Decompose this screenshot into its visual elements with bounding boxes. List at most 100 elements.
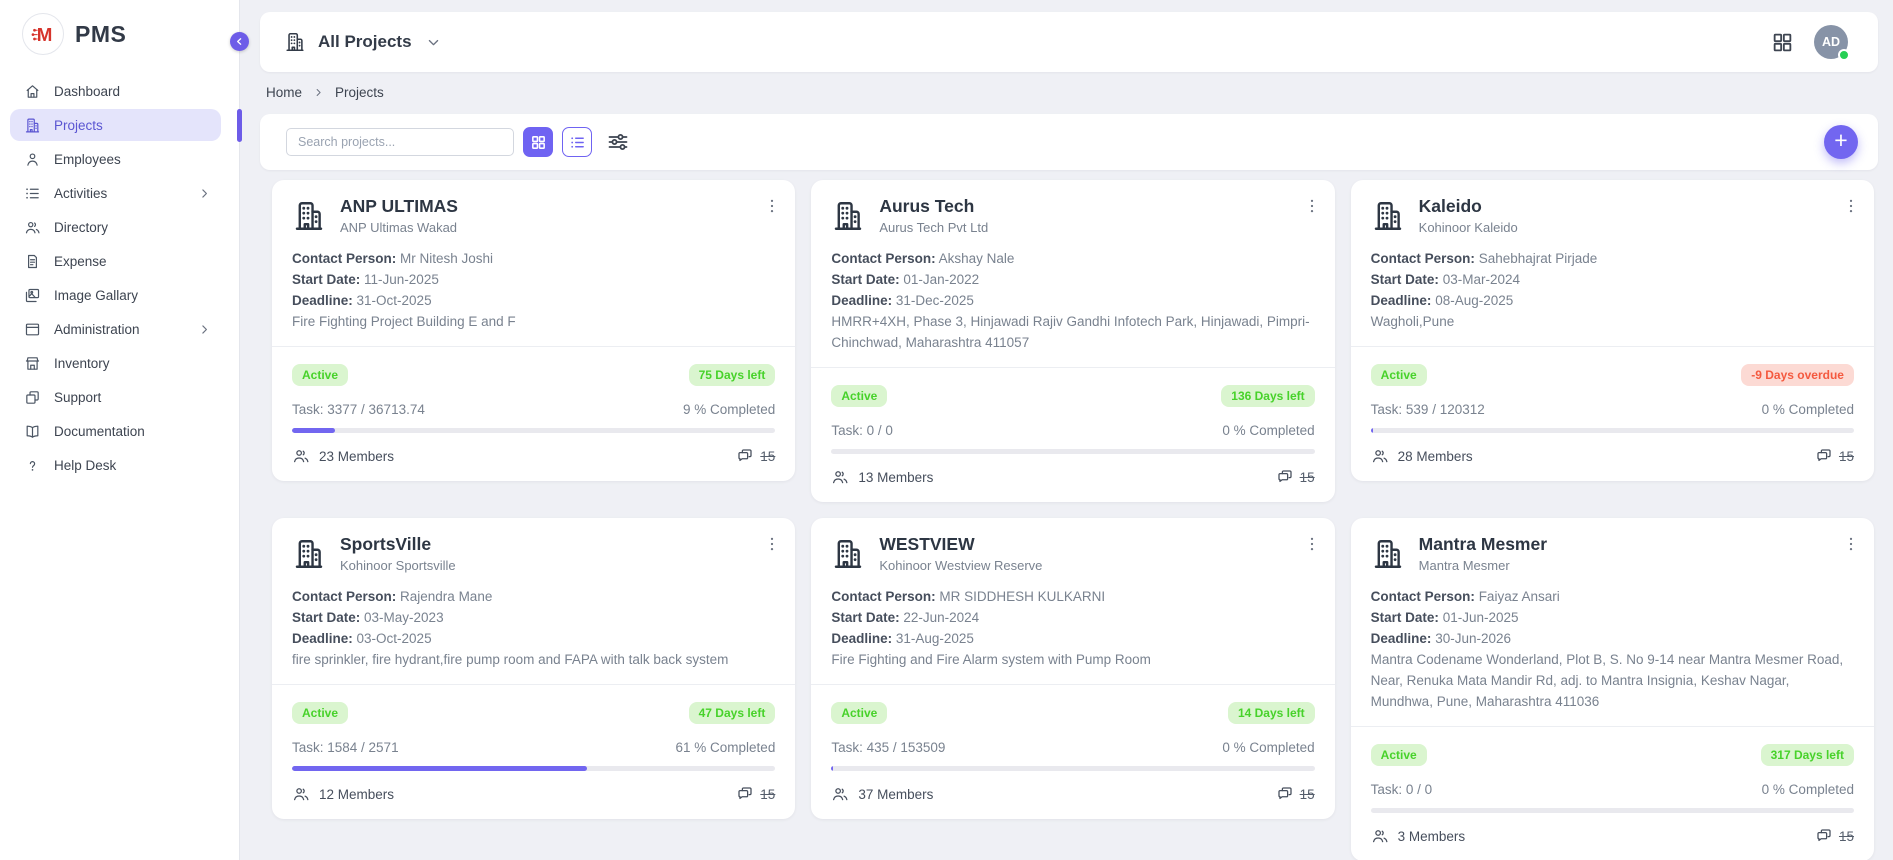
sidebar-item-activities[interactable]: Activities	[10, 177, 221, 209]
progress-fill	[292, 428, 335, 433]
project-description: HMRR+4XH, Phase 3, Hinjawadi Rajiv Gandh…	[831, 311, 1314, 353]
logo: M PMS	[0, 0, 239, 66]
sidebar-item-support[interactable]: Support	[10, 381, 221, 413]
project-name: ANP ULTIMAS	[340, 196, 458, 217]
kebab-menu-icon[interactable]	[763, 535, 781, 553]
add-project-button[interactable]: +	[1824, 125, 1858, 159]
project-scope-dropdown[interactable]: All Projects	[284, 31, 441, 53]
sidebar-item-image-gallary[interactable]: Image Gallary	[10, 279, 221, 311]
project-card[interactable]: ANP ULTIMAS ANP Ultimas Wakad Contact Pe…	[272, 180, 795, 481]
chevron-right-icon	[313, 87, 324, 98]
sidebar-item-documentation[interactable]: Documentation	[10, 415, 221, 447]
start-date-row: Start Date: 22-Jun-2024	[831, 607, 1314, 628]
sidebar-collapse-button[interactable]	[230, 32, 249, 51]
chat-indicator[interactable]: 15	[736, 785, 775, 803]
breadcrumb-home[interactable]: Home	[266, 85, 302, 100]
days-left-badge: 136 Days left	[1221, 385, 1314, 407]
status-badge: Active	[1371, 364, 1427, 386]
sidebar-item-projects[interactable]: Projects	[10, 109, 221, 141]
deadline-label: Deadline:	[831, 293, 892, 308]
contact-person-value: MR SIDDHESH KULKARNI	[939, 589, 1105, 604]
sidebar-item-employees[interactable]: Employees	[10, 143, 221, 175]
sidebar-item-label: Projects	[54, 118, 103, 133]
app-root: M PMS Dashboard Projects Employees Activ…	[0, 0, 1893, 860]
project-card[interactable]: WESTVIEW Kohinoor Westview Reserve Conta…	[811, 518, 1334, 819]
apps-grid-icon[interactable]	[1771, 31, 1794, 54]
sidebar-item-expense[interactable]: Expense	[10, 245, 221, 277]
status-badge: Active	[292, 364, 348, 386]
contact-person-row: Contact Person: Faiyaz Ansari	[1371, 586, 1854, 607]
contact-person-label: Contact Person:	[1371, 251, 1475, 266]
start-date-label: Start Date:	[292, 272, 360, 287]
completed-percent: 0 % Completed	[1222, 740, 1314, 755]
card-divider	[272, 684, 795, 685]
header-bar: All Projects AD	[260, 12, 1878, 72]
chat-icon	[1276, 468, 1294, 486]
projects-grid: ANP ULTIMAS ANP Ultimas Wakad Contact Pe…	[272, 180, 1874, 860]
progress-bar	[1371, 808, 1854, 813]
status-badge: Active	[831, 385, 887, 407]
status-badge: Active	[1371, 744, 1427, 766]
project-card[interactable]: SportsVille Kohinoor Sportsville Contact…	[272, 518, 795, 819]
project-name: Mantra Mesmer	[1419, 534, 1547, 555]
project-details: Contact Person: MR SIDDHESH KULKARNI Sta…	[831, 586, 1314, 670]
task-count: Task: 539 / 120312	[1371, 402, 1485, 417]
completed-percent: 9 % Completed	[683, 402, 775, 417]
chat-count: 15	[760, 787, 775, 802]
contact-person-value: Mr Nitesh Joshi	[400, 251, 493, 266]
list-view-button[interactable]	[562, 127, 592, 157]
chat-indicator[interactable]: 15	[1815, 447, 1854, 465]
chevron-right-icon	[198, 187, 211, 200]
chat-indicator[interactable]: 15	[1815, 827, 1854, 845]
chat-indicator[interactable]: 15	[1276, 468, 1315, 486]
task-count: Task: 3377 / 36713.74	[292, 402, 425, 417]
sidebar-item-dashboard[interactable]: Dashboard	[10, 75, 221, 107]
deadline-row: Deadline: 31-Oct-2025	[292, 290, 775, 311]
card-divider	[1351, 346, 1874, 347]
store-icon	[24, 355, 41, 372]
copy-icon	[24, 389, 41, 406]
task-count: Task: 435 / 153509	[831, 740, 945, 755]
contact-person-label: Contact Person:	[831, 589, 935, 604]
project-details: Contact Person: Mr Nitesh Joshi Start Da…	[292, 248, 775, 332]
kebab-menu-icon[interactable]	[1303, 535, 1321, 553]
deadline-value: 31-Dec-2025	[896, 293, 974, 308]
project-name: Kaleido	[1419, 196, 1518, 217]
search-input[interactable]	[286, 128, 514, 156]
svg-text:M: M	[37, 24, 53, 45]
project-description: fire sprinkler, fire hydrant,fire pump r…	[292, 649, 775, 670]
sidebar-item-directory[interactable]: Directory	[10, 211, 221, 243]
sidebar-item-inventory[interactable]: Inventory	[10, 347, 221, 379]
contact-person-label: Contact Person:	[1371, 589, 1475, 604]
deadline-value: 03-Oct-2025	[357, 631, 432, 646]
contact-person-label: Contact Person:	[292, 589, 396, 604]
people-icon	[24, 219, 41, 236]
project-card[interactable]: Aurus Tech Aurus Tech Pvt Ltd Contact Pe…	[811, 180, 1334, 502]
sidebar-item-help-desk[interactable]: Help Desk	[10, 449, 221, 481]
project-card[interactable]: Mantra Mesmer Mantra Mesmer Contact Pers…	[1351, 518, 1874, 860]
start-date-value: 03-May-2023	[364, 610, 444, 625]
kebab-menu-icon[interactable]	[763, 197, 781, 215]
chat-indicator[interactable]: 15	[736, 447, 775, 465]
deadline-value: 31-Oct-2025	[357, 293, 432, 308]
sidebar-item-administration[interactable]: Administration	[10, 313, 221, 345]
grid-view-button[interactable]	[523, 127, 553, 157]
sidebar-item-label: Documentation	[54, 424, 145, 439]
project-name: Aurus Tech	[879, 196, 988, 217]
filter-icon[interactable]	[606, 130, 630, 154]
chat-indicator[interactable]: 15	[1276, 785, 1315, 803]
building-icon	[831, 199, 865, 233]
kebab-menu-icon[interactable]	[1842, 535, 1860, 553]
kebab-menu-icon[interactable]	[1303, 197, 1321, 215]
contact-person-label: Contact Person:	[831, 251, 935, 266]
project-details: Contact Person: Sahebhajrat Pirjade Star…	[1371, 248, 1854, 332]
kebab-menu-icon[interactable]	[1842, 197, 1860, 215]
contact-person-value: Faiyaz Ansari	[1479, 589, 1560, 604]
avatar[interactable]: AD	[1814, 25, 1848, 59]
project-description: Fire Fighting Project Building E and F	[292, 311, 775, 332]
building-icon	[1371, 537, 1405, 571]
project-card[interactable]: Kaleido Kohinoor Kaleido Contact Person:…	[1351, 180, 1874, 481]
chat-icon	[736, 785, 754, 803]
progress-bar	[292, 428, 775, 433]
image-icon	[24, 287, 41, 304]
